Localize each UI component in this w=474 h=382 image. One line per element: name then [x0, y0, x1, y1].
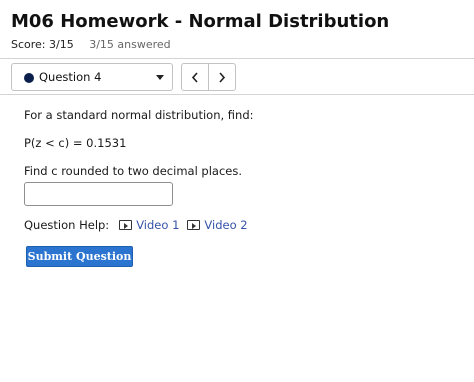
answered-count: 3/15 answered	[89, 38, 171, 51]
next-question-button[interactable]	[208, 63, 236, 91]
chevron-down-icon	[156, 75, 164, 80]
submit-question-button[interactable]: Submit Question	[26, 246, 133, 267]
video-2-label: Video 2	[204, 218, 248, 232]
video-play-icon	[119, 220, 133, 230]
video-1-link[interactable]: Video 1	[119, 218, 179, 232]
question-prompt: For a standard normal distribution, find…	[24, 108, 254, 122]
question-select-label: Question 4	[39, 70, 102, 84]
chevron-right-icon	[219, 71, 226, 83]
answer-input[interactable]	[24, 182, 173, 206]
question-equation: P(z < c) = 0.1531	[24, 136, 127, 150]
question-help-row: Question Help: Video 1 Video 2	[24, 218, 256, 232]
question-instruction: Find c rounded to two decimal places.	[24, 164, 243, 178]
question-status-dot	[24, 73, 34, 83]
question-help-label: Question Help:	[24, 218, 110, 232]
chevron-left-icon	[191, 71, 198, 83]
page-title: M06 Homework - Normal Distribution	[11, 11, 390, 32]
score-text: Score: 3/15	[11, 38, 74, 51]
video-1-label: Video 1	[136, 218, 180, 232]
score-row: Score: 3/15 3/15 answered	[11, 38, 171, 51]
previous-question-button[interactable]	[181, 63, 209, 91]
video-2-link[interactable]: Video 2	[187, 218, 248, 232]
video-play-icon	[187, 220, 201, 230]
question-select[interactable]: Question 4	[11, 63, 173, 91]
